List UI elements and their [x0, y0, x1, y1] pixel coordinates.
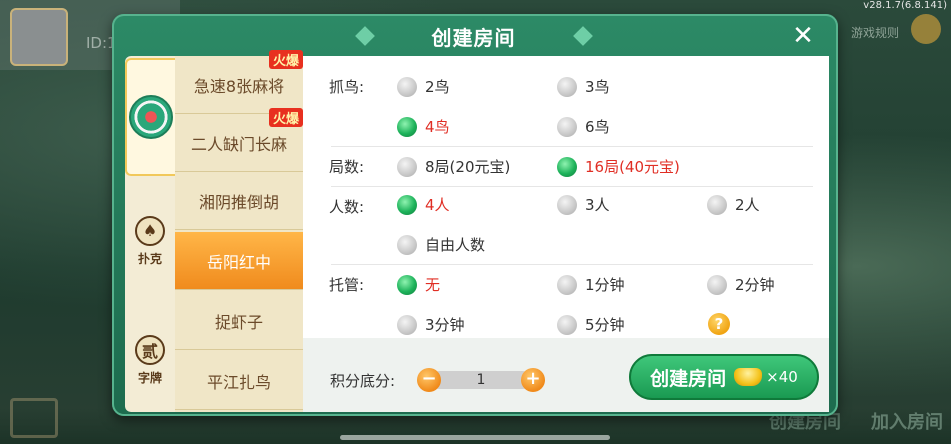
- game-item[interactable]: 平江扎鸟: [175, 352, 303, 410]
- radio-renshu-free[interactable]: 自由人数: [397, 234, 485, 255]
- zipai-glyph-icon: 贰: [135, 334, 165, 365]
- radio-dot: [557, 314, 577, 335]
- option-label-renshu: 人数:: [329, 198, 365, 216]
- radio-label: 16局(40元宝): [585, 158, 680, 176]
- radio-label: 4人: [425, 196, 450, 214]
- option-label-tuoguan: 托管:: [329, 276, 365, 294]
- radio-label: 4鸟: [425, 118, 450, 136]
- options-panel: 抓鸟: 2鸟 3鸟 4鸟 6鸟 局数: 8局(20元宝) 16局(40元宝) 人…: [303, 56, 829, 338]
- radio-tuoguan-1min[interactable]: 1分钟: [557, 274, 625, 295]
- radio-tuoguan-3min[interactable]: 3分钟: [397, 314, 465, 335]
- category-label: 字牌: [137, 370, 162, 385]
- dialog-footer: 积分底分: 1 − + 创建房间 ×40: [303, 338, 829, 412]
- radio-tuoguan-none[interactable]: 无: [397, 274, 440, 295]
- game-item[interactable]: 二人缺门长麻 火爆: [175, 108, 303, 172]
- create-room-button[interactable]: 创建房间 ×40: [629, 354, 819, 400]
- radio-dot: [707, 194, 727, 215]
- score-value: 1: [431, 371, 531, 389]
- radio-dot: [397, 234, 417, 255]
- radio-label: 5分钟: [585, 316, 625, 334]
- radio-dot: [707, 274, 727, 295]
- game-label: 平江扎鸟: [206, 372, 271, 392]
- game-label: 湘阴推倒胡: [198, 192, 279, 212]
- cost-label: ×40: [766, 368, 798, 386]
- category-poker[interactable]: ♠ 扑克: [125, 206, 175, 276]
- game-item[interactable]: 急速8张麻将 火爆: [175, 50, 303, 114]
- radio-renshu-2[interactable]: 2人: [707, 194, 760, 215]
- radio-dot: [557, 194, 577, 215]
- radio-dot: [397, 156, 417, 177]
- mahjong-badge-icon: [129, 95, 173, 139]
- ornament-right-icon: [572, 26, 593, 46]
- close-button[interactable]: ✕: [789, 22, 817, 50]
- radio-label: 2人: [735, 196, 760, 214]
- version-label: v28.1.7(6.8.141): [863, 0, 947, 11]
- dialog-title: 创建房间: [431, 25, 516, 50]
- radio-label: 3分钟: [425, 316, 465, 334]
- game-label: 急速8张麻将: [193, 76, 285, 96]
- game-item[interactable]: 湘阴推倒胡: [175, 172, 303, 230]
- radio-label: 8局(20元宝): [425, 158, 511, 176]
- radio-tuoguan-5min[interactable]: 5分钟: [557, 314, 625, 335]
- divider: [331, 146, 813, 147]
- radio-jushu-16[interactable]: 16局(40元宝): [557, 156, 680, 177]
- home-indicator: [340, 435, 610, 440]
- game-label: 捉虾子: [214, 312, 263, 332]
- help-icon[interactable]: ?: [708, 313, 730, 335]
- divider: [331, 264, 813, 265]
- radio-zhuaniao-2[interactable]: 2鸟: [397, 76, 450, 97]
- create-room-label: 创建房间: [650, 367, 727, 390]
- radio-label: 3鸟: [585, 78, 610, 96]
- radio-label: 6鸟: [585, 118, 610, 136]
- ornament-left-icon: [354, 26, 375, 46]
- category-mahjong[interactable]: [125, 58, 175, 176]
- game-item-selected[interactable]: 岳阳红中: [175, 232, 303, 290]
- hot-badge: 火爆: [268, 50, 303, 69]
- radio-dot: [397, 116, 417, 137]
- radio-jushu-8[interactable]: 8局(20元宝): [397, 156, 510, 177]
- option-label-jushu: 局数:: [329, 158, 365, 176]
- game-list: 急速8张麻将 火爆 二人缺门长麻 火爆 湘阴推倒胡 岳阳红中 捉虾子 平江扎鸟: [175, 50, 303, 412]
- option-label-zhuaniao: 抓鸟:: [329, 78, 365, 96]
- spade-icon: ♠: [135, 215, 165, 246]
- radio-label: 3人: [585, 196, 610, 214]
- radio-tuoguan-2min[interactable]: 2分钟: [707, 274, 775, 295]
- radio-label: 2鸟: [425, 78, 450, 96]
- radio-dot: [557, 76, 577, 97]
- radio-renshu-3[interactable]: 3人: [557, 194, 610, 215]
- category-sidebar: ♠ 扑克 贰 字牌: [125, 56, 175, 412]
- gear-icon: [911, 14, 941, 44]
- radio-label: 2分钟: [735, 276, 775, 294]
- decrement-button[interactable]: −: [417, 368, 441, 392]
- radio-label: 自由人数: [425, 236, 486, 254]
- radio-dot: [557, 116, 577, 137]
- radio-label: 1分钟: [585, 276, 625, 294]
- radio-label: 无: [425, 276, 441, 294]
- rules-label: 游戏规则: [850, 26, 899, 40]
- game-item[interactable]: 捉虾子: [175, 292, 303, 350]
- category-zipai[interactable]: 贰 字牌: [125, 322, 175, 398]
- radio-zhuaniao-3[interactable]: 3鸟: [557, 76, 610, 97]
- category-label: 扑克: [137, 251, 162, 266]
- radio-dot: [397, 76, 417, 97]
- radio-dot: [397, 194, 417, 215]
- radio-zhuaniao-4[interactable]: 4鸟: [397, 116, 450, 137]
- game-label: 岳阳红中: [206, 252, 271, 272]
- divider: [331, 186, 813, 187]
- score-label: 积分底分:: [330, 372, 396, 390]
- radio-dot: [557, 156, 577, 177]
- radio-dot: [397, 274, 417, 295]
- bg-join-room-button: 加入房间: [871, 412, 943, 433]
- increment-button[interactable]: +: [521, 368, 545, 392]
- radio-dot: [557, 274, 577, 295]
- game-label: 二人缺门长麻: [190, 134, 287, 154]
- radio-zhuaniao-6[interactable]: 6鸟: [557, 116, 610, 137]
- shop-cart-icon: [10, 398, 58, 438]
- gold-ingot-icon: [734, 368, 763, 386]
- radio-renshu-4[interactable]: 4人: [397, 194, 450, 215]
- radio-dot: [397, 314, 417, 335]
- avatar: [10, 8, 68, 66]
- hot-badge: 火爆: [268, 108, 303, 127]
